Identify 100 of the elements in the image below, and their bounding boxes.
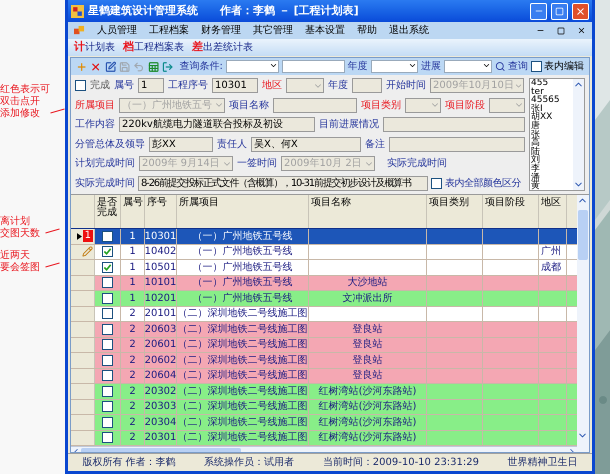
list-item[interactable]: 胡XX: [531, 113, 573, 122]
table-row[interactable]: 2 20604（二）深圳地铁二号线施工图 登良站: [71, 368, 577, 384]
menu-item[interactable]: 退出系统: [389, 23, 429, 38]
menu-item[interactable]: 工程档案: [149, 23, 189, 38]
input-field[interactable]: 吴X、何X: [251, 136, 361, 152]
scroll-thumb[interactable]: [578, 210, 588, 260]
query-input[interactable]: [282, 60, 345, 73]
table-row[interactable]: 2 20601（二）深圳地铁二号线施工图 登良站: [71, 338, 577, 353]
table-cell: 成都: [539, 260, 567, 274]
status-text: 系统操作员：试用者: [204, 456, 294, 470]
checkbox[interactable]: [102, 277, 113, 288]
restore-icon[interactable]: [557, 26, 565, 34]
input-field[interactable]: [352, 78, 382, 93]
close-icon[interactable]: [577, 26, 586, 35]
table-cell: 登良站: [309, 338, 427, 352]
checkbox[interactable]: [102, 262, 113, 273]
checkbox[interactable]: [102, 401, 113, 412]
checkbox[interactable]: [75, 80, 86, 91]
table-cell: （二）深圳地铁二号线施工图: [177, 306, 309, 321]
list-item[interactable]: 陆: [531, 148, 573, 156]
edit-icon[interactable]: [104, 60, 116, 72]
toolbar-button[interactable]: 差出差统计表: [192, 39, 253, 56]
spreadsheet-icon[interactable]: [148, 60, 160, 72]
list-item[interactable]: ter: [531, 88, 573, 96]
table-row[interactable]: 2 20304（二）深圳地铁二号线施工图 红树湾站(沙河东路站): [71, 415, 577, 430]
checkbox[interactable]: [102, 308, 113, 320]
minimize-button[interactable]: [530, 2, 547, 20]
input-field[interactable]: 彭XX: [149, 136, 213, 152]
list-item[interactable]: 45565: [531, 96, 573, 105]
table-cell: 2: [121, 368, 145, 383]
status-text: 当前时间：2009-10-10 23:31:29: [322, 456, 479, 470]
maximize-button[interactable]: [551, 2, 568, 20]
table-row[interactable]: 1 10101 （一）广州地铁五号线 大沙地站: [71, 276, 577, 291]
dropdown-field[interactable]: [405, 98, 441, 113]
pencil-icon: [82, 246, 93, 258]
checkbox[interactable]: [102, 230, 113, 242]
list-item[interactable]: 刘: [531, 156, 573, 165]
table-row[interactable]: 2 20602（二）深圳地铁二号线施工图 登良站: [71, 353, 577, 368]
close-icon: [575, 6, 586, 16]
list-item[interactable]: 李: [531, 164, 573, 174]
list-item[interactable]: 张I: [531, 104, 573, 114]
table-row[interactable]: 1 1 10301 （一）广州地铁五号线: [71, 229, 577, 244]
close-button[interactable]: [572, 2, 589, 20]
input-field[interactable]: [383, 117, 525, 132]
checkbox[interactable]: [530, 61, 542, 72]
toolbar-button[interactable]: 计计划表: [74, 39, 115, 56]
checkbox[interactable]: [102, 370, 113, 382]
table-row[interactable]: 1 10501 （一）广州地铁五号线 成都: [71, 260, 577, 276]
checkbox[interactable]: [431, 178, 442, 189]
table-row[interactable]: 2 20603（二）深圳地铁二号线施工图 登良站: [71, 322, 577, 338]
table-row[interactable]: 2 20302（二）深圳地铁二号线施工图 红树湾站(沙河东路站): [71, 384, 577, 400]
table-cell: 10402: [145, 244, 177, 259]
menu-item[interactable]: 其它管理: [253, 23, 293, 38]
search-icon[interactable]: [494, 61, 505, 72]
checkbox[interactable]: [102, 432, 113, 444]
query-label: 查询条件:: [180, 60, 223, 74]
table-row[interactable]: 2 20301（二）深圳地铁二号线施工图 红树湾站(沙河东路站): [71, 430, 577, 446]
table-row[interactable]: 2 20303（二）深圳地铁二号线施工图 红树湾站(沙河东路站): [71, 400, 577, 415]
table-cell: 1: [121, 276, 145, 290]
table-row[interactable]: 2 20101（二）深圳地铁二号线施工图: [71, 306, 577, 322]
list-item[interactable]: 黄: [531, 182, 573, 190]
checkbox[interactable]: [102, 246, 113, 258]
checkbox[interactable]: [102, 416, 113, 428]
checkbox[interactable]: [102, 324, 113, 335]
input-field[interactable]: [389, 136, 525, 152]
table-cell: 2: [121, 415, 145, 430]
input-field[interactable]: 1: [138, 78, 164, 93]
vertical-scrollbar[interactable]: [577, 195, 589, 452]
input-field[interactable]: [273, 98, 357, 113]
status-text: 版权所有 作者：李鹤: [82, 456, 176, 470]
table-row[interactable]: 1 10201 （一）广州地铁五号线 文冲派出所: [71, 291, 577, 306]
dropdown-field[interactable]: [489, 98, 525, 113]
menu-item[interactable]: 财务管理: [201, 23, 241, 38]
table-cell: 2: [121, 384, 145, 398]
menu-item[interactable]: 帮助: [357, 23, 377, 38]
delete-icon[interactable]: [90, 60, 102, 72]
menu-item[interactable]: 人员管理: [97, 23, 137, 38]
list-item[interactable]: 高: [531, 139, 573, 148]
checkbox[interactable]: [102, 354, 113, 366]
checkbox[interactable]: [102, 292, 113, 304]
table-row[interactable]: 1 10402 （一）广州地铁五号线 广州: [71, 244, 577, 260]
menu-item[interactable]: 基本设置: [305, 23, 345, 38]
table-cell: 20601: [145, 338, 177, 352]
dropdown-field[interactable]: [286, 78, 324, 93]
scrollbar[interactable]: [573, 79, 584, 190]
input-field[interactable]: 10301: [212, 78, 258, 93]
input-field[interactable]: 220kv航缆电力隧道联合投标及初设: [119, 117, 315, 132]
checkbox[interactable]: [102, 339, 113, 350]
toolbar-button[interactable]: 档工程档案表: [123, 39, 184, 56]
annotation-text: 离计划 交图天数: [0, 216, 40, 240]
list-item[interactable]: 潘: [531, 174, 573, 182]
list-item[interactable]: 唐: [531, 122, 573, 131]
checkbox[interactable]: [102, 386, 113, 397]
search-button[interactable]: 查询: [508, 59, 528, 74]
list-item[interactable]: 张: [531, 130, 573, 140]
table-cell: 1: [121, 291, 145, 306]
exit-icon[interactable]: [162, 60, 174, 72]
input-field[interactable]: 8-26前提交投标正式文件（含概算），10-31前提交初步设计及概算书: [138, 176, 428, 191]
field-label: 实际完成时间: [75, 176, 135, 191]
table-cell: 红树湾站(沙河东路站): [309, 400, 427, 414]
